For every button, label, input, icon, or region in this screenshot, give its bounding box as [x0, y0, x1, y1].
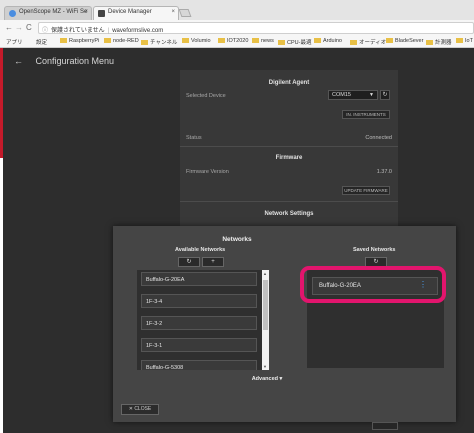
bookmark-news[interactable]: news	[252, 38, 274, 44]
available-networks-title: Available Networks	[175, 247, 226, 253]
url-input[interactable]: ⓘ 保護されていません | waveformslive.com	[38, 22, 474, 34]
saved-networks-title: Saved Networks	[353, 247, 396, 253]
bookmark-settings[interactable]: 設定	[36, 38, 47, 46]
new-tab-button[interactable]	[178, 9, 192, 17]
status-label: Status	[186, 135, 202, 141]
close-tab-icon[interactable]: ×	[84, 9, 88, 15]
accent-bar	[0, 48, 3, 158]
bookmark-audio[interactable]: オーディオ	[350, 38, 386, 46]
divider	[180, 201, 398, 202]
reload-button[interactable]: C	[26, 23, 32, 32]
status-value: Connected	[365, 135, 392, 141]
tab-label: Device Manager	[108, 9, 152, 15]
folder-icon	[456, 38, 463, 43]
edge-strip	[0, 158, 3, 433]
browser-tabstrip: OpenScope MZ - WiFi Se × Device Manager …	[0, 0, 474, 20]
divider	[180, 146, 398, 147]
address-bar-row: ← → C ⓘ 保護されていません | waveformslive.com	[0, 20, 474, 36]
folder-icon	[104, 38, 111, 43]
refresh-available-button[interactable]: ↻	[178, 257, 200, 267]
list-item[interactable]: Buffalo-G-20EA	[141, 272, 257, 286]
refresh-devices-button[interactable]: ↻	[380, 90, 390, 100]
close-button[interactable]: ✕ CLOSE	[121, 404, 159, 415]
folder-icon	[386, 38, 393, 43]
highlight-annotation	[300, 266, 446, 303]
folder-icon	[182, 38, 189, 43]
list-item[interactable]: 1F-3-1	[141, 338, 257, 352]
network-settings-title: Network Settings	[264, 211, 314, 217]
bookmark-iot2020[interactable]: IOT2020	[218, 38, 248, 44]
folder-icon	[141, 40, 148, 45]
device-select[interactable]: COM15 ▼	[328, 90, 378, 100]
folder-icon	[426, 40, 433, 45]
firmware-version-label: Firmware Version	[186, 169, 229, 175]
bookmark-bladeserver[interactable]: BladeSever	[386, 38, 423, 44]
folder-icon	[350, 40, 357, 45]
bookmark-node-red[interactable]: node-RED	[104, 38, 139, 44]
background-button-peek	[372, 422, 398, 430]
selected-device-label: Selected Device	[186, 93, 226, 99]
folder-icon	[218, 38, 225, 43]
scroll-up-icon[interactable]: ▲	[263, 271, 267, 276]
list-item[interactable]: Buffalo-G-5308	[141, 360, 257, 370]
folder-icon	[278, 40, 285, 45]
firmware-title: Firmware	[275, 155, 303, 161]
bookmark-iot[interactable]: IoT	[456, 38, 473, 44]
url-text: waveformslive.com	[112, 28, 164, 34]
list-item[interactable]: 1F-3-2	[141, 316, 257, 330]
device-manager-favicon-icon	[98, 10, 105, 17]
page-title: Configuration Menu	[35, 56, 115, 66]
folder-icon	[252, 38, 259, 43]
forward-button[interactable]: →	[15, 23, 23, 32]
instruments-button[interactable]: IN. INSTRUMENTS	[342, 110, 390, 119]
bookmark-volumio[interactable]: Volumio	[182, 38, 211, 44]
device-select-value: COM15	[332, 92, 351, 98]
bookmark-instruments[interactable]: 計測器	[426, 38, 452, 46]
scrollbar-thumb[interactable]	[263, 280, 268, 330]
chrome-favicon-icon	[9, 10, 16, 17]
add-network-button[interactable]: +	[202, 257, 224, 267]
chevron-down-icon: ▼	[369, 92, 374, 98]
info-icon[interactable]: ⓘ	[42, 25, 48, 34]
tab-label: OpenScope MZ - WiFi Se	[19, 9, 88, 15]
folder-icon	[314, 38, 321, 43]
security-label: 保護されていません	[51, 28, 105, 34]
bookmark-channel[interactable]: チャンネル	[141, 38, 177, 46]
list-item[interactable]: 1F-3-4	[141, 294, 257, 308]
back-button[interactable]: ←	[5, 23, 13, 32]
tab-openscope-wifi[interactable]: OpenScope MZ - WiFi Se ×	[4, 6, 92, 20]
tab-device-manager[interactable]: Device Manager ×	[93, 6, 179, 20]
scroll-down-icon[interactable]: ▼	[263, 364, 267, 369]
url-separator: |	[107, 28, 110, 34]
app-header: ← Configuration Menu	[14, 56, 114, 66]
close-tab-icon[interactable]: ×	[171, 9, 175, 15]
bookmarks-bar: アプリ 設定 RaspberryPi node-RED チャンネル Volumi…	[0, 36, 474, 48]
networks-modal-title: Networks	[222, 236, 252, 243]
available-scrollbar[interactable]: ▲ ▼	[262, 270, 269, 370]
firmware-version-value: 1.37.0	[376, 169, 392, 175]
bookmark-apps[interactable]: アプリ	[6, 38, 23, 46]
advanced-toggle[interactable]: Advanced ▾	[0, 376, 474, 382]
bookmark-raspberrypi[interactable]: RaspberryPi	[60, 38, 99, 44]
available-networks-list: Buffalo-G-20EA 1F-3-4 1F-3-2 1F-3-1 Buff…	[137, 270, 269, 370]
bookmark-arduino[interactable]: Arduino	[314, 38, 342, 44]
folder-icon	[60, 38, 67, 43]
update-firmware-button[interactable]: UPDATE FIRMWARE	[342, 186, 390, 195]
digilent-agent-title: Digilent Agent	[268, 80, 310, 86]
configuration-panel: Digilent Agent Selected Device COM15 ▼ ↻…	[180, 70, 398, 240]
back-arrow-icon[interactable]: ←	[14, 56, 23, 66]
bookmark-cpu[interactable]: CPU-最適	[278, 38, 311, 46]
